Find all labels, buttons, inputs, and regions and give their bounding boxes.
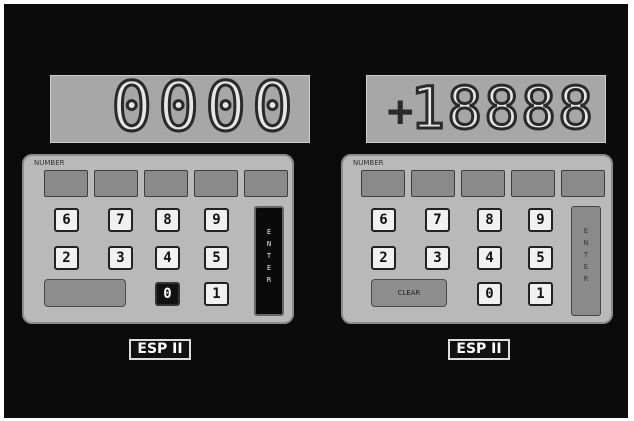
left-key-4[interactable]: 4 [155, 246, 180, 270]
right-display-value: 18888 [409, 73, 595, 144]
left-key-8[interactable]: 8 [155, 208, 180, 232]
right-keypad-panel: NUMBER 6 7 8 9 2 3 4 5 CLEAR 0 1 ENTER [341, 154, 613, 324]
right-brand-badge: ESP II [448, 339, 510, 360]
left-key-2[interactable]: 2 [54, 246, 79, 270]
right-key-3[interactable]: 3 [425, 246, 450, 270]
right-function-key-3[interactable] [461, 170, 505, 197]
screen: 0000 NUMBER 6 7 8 9 2 3 4 5 0 1 ENTER ES… [4, 4, 628, 418]
right-clear-button[interactable]: CLEAR [371, 279, 447, 307]
left-function-key-1[interactable] [44, 170, 88, 197]
left-function-key-5[interactable] [244, 170, 288, 197]
left-key-3[interactable]: 3 [108, 246, 133, 270]
right-key-0[interactable]: 0 [477, 282, 502, 306]
right-function-key-5[interactable] [561, 170, 605, 197]
left-clear-button[interactable] [44, 279, 126, 307]
left-enter-label: ENTER [266, 228, 272, 284]
right-lcd-display: + 18888 [366, 73, 606, 144]
left-function-key-3[interactable] [144, 170, 188, 197]
left-display-value: 0000 [110, 68, 299, 147]
left-function-key-2[interactable] [94, 170, 138, 197]
right-key-2[interactable]: 2 [371, 246, 396, 270]
left-enter-button[interactable]: ENTER [254, 206, 284, 316]
left-key-0[interactable]: 0 [155, 282, 180, 306]
left-key-6[interactable]: 6 [54, 208, 79, 232]
left-keypad-panel: NUMBER 6 7 8 9 2 3 4 5 0 1 ENTER [22, 154, 294, 324]
right-enter-label: ENTER [583, 227, 589, 283]
left-brand-badge: ESP II [129, 339, 191, 360]
left-function-key-4[interactable] [194, 170, 238, 197]
right-key-6[interactable]: 6 [371, 208, 396, 232]
right-key-7[interactable]: 7 [425, 208, 450, 232]
right-key-4[interactable]: 4 [477, 246, 502, 270]
right-function-key-4[interactable] [511, 170, 555, 197]
right-key-5[interactable]: 5 [528, 246, 553, 270]
right-panel-label: NUMBER [353, 159, 384, 167]
left-key-5[interactable]: 5 [204, 246, 229, 270]
left-panel-label: NUMBER [34, 159, 65, 167]
right-key-8[interactable]: 8 [477, 208, 502, 232]
right-enter-button[interactable]: ENTER [571, 206, 601, 316]
right-key-1[interactable]: 1 [528, 282, 553, 306]
left-key-1[interactable]: 1 [204, 282, 229, 306]
right-key-9[interactable]: 9 [528, 208, 553, 232]
left-key-9[interactable]: 9 [204, 208, 229, 232]
right-function-key-1[interactable] [361, 170, 405, 197]
left-key-7[interactable]: 7 [108, 208, 133, 232]
left-lcd-display: 0000 [50, 68, 310, 147]
right-function-key-2[interactable] [411, 170, 455, 197]
